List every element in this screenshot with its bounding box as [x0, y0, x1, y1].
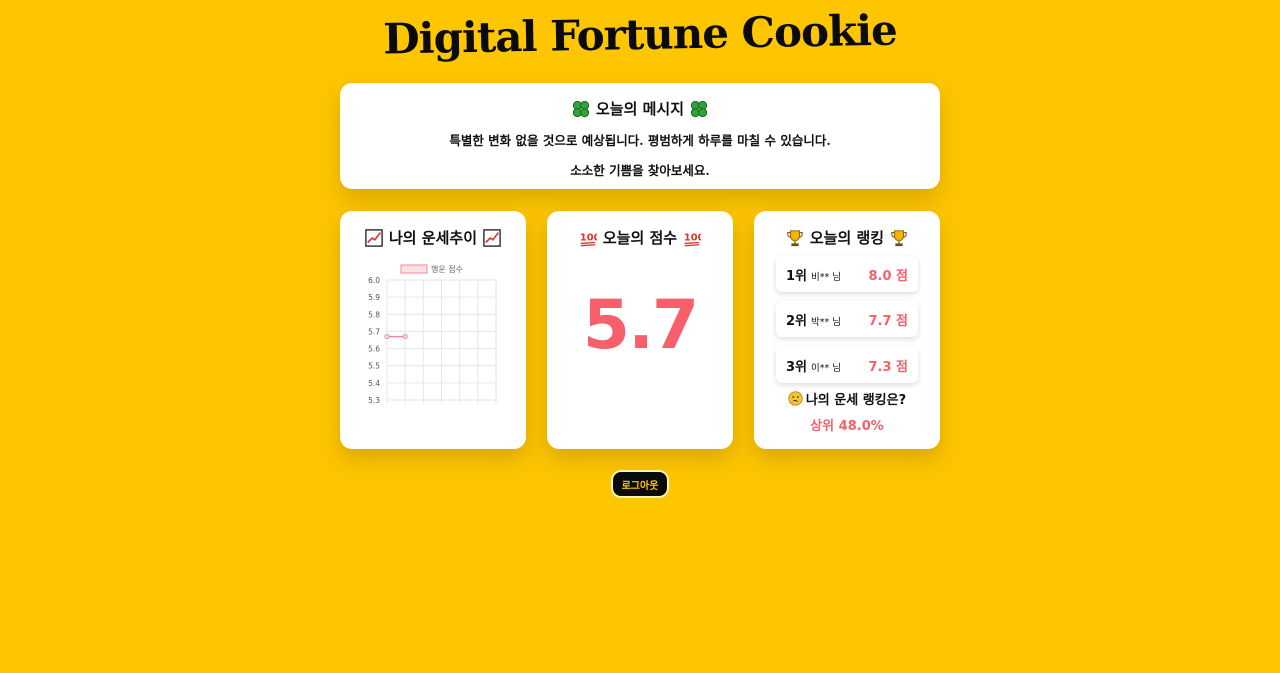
y-tick-label: 5.9 — [368, 293, 380, 302]
hundred-points-icon: 100 — [580, 232, 597, 246]
hundred-points-icon: 100 — [684, 232, 701, 246]
ranking-score: 7.7 점 — [868, 313, 908, 329]
trend-card: 나의 운세추이 행운 점수 6.0 5.9 5.8 5.7 5.6 5.5 5.4 5.3 — [340, 211, 526, 449]
y-tick-label: 5.3 — [368, 396, 380, 405]
ranking-row: 3위 이** 님 7.3 점 — [776, 347, 918, 383]
ranking-position: 3위 — [786, 359, 808, 375]
four-leaf-clover-icon — [572, 100, 590, 117]
trend-heading: 나의 운세추이 — [340, 227, 526, 248]
y-tick-label: 5.7 — [368, 327, 380, 336]
message-heading: 오늘의 메시지 — [340, 98, 940, 119]
four-leaf-clover-icon — [690, 100, 708, 117]
ranking-heading: 오늘의 랭킹 — [754, 227, 940, 248]
ranking-score: 8.0 점 — [868, 268, 908, 284]
trophy-icon — [891, 229, 907, 246]
trend-chart: 행운 점수 6.0 5.9 5.8 5.7 5.6 5.5 5.4 5.3 — [368, 264, 497, 405]
ranking-row: 2위 박** 님 7.7 점 — [776, 301, 918, 337]
trend-heading-text: 나의 운세추이 — [388, 229, 478, 247]
thinking-face-icon — [788, 391, 803, 406]
ranking-name: 비** 님 — [811, 271, 842, 283]
chart-increasing-icon — [365, 228, 383, 247]
legend-swatch — [400, 264, 428, 274]
data-point — [402, 334, 408, 340]
y-tick-label: 5.8 — [368, 310, 380, 319]
message-card: 오늘의 메시지 특별한 변화 없을 것으로 예상됩니다. 평범하게 하루를 마칠… — [340, 83, 940, 189]
ranking-position: 1위 — [786, 268, 808, 284]
page-title: Digital Fortune Cookie — [382, 5, 898, 64]
y-tick-label: 5.4 — [368, 379, 380, 388]
ranking-score: 7.3 점 — [868, 359, 908, 375]
ranking-position: 2위 — [786, 313, 808, 329]
score-card: 100 오늘의 점수 100 5.7 — [547, 211, 733, 449]
ranking-row: 1위 비** 님 8.0 점 — [776, 256, 918, 292]
ranking-card: 오늘의 랭킹 1위 비** 님 8.0 점 2위 박** 님 7.7 점 3위 … — [754, 211, 940, 449]
my-ranking-question: 나의 운세 랭킹은? — [754, 389, 940, 408]
score-heading-text: 오늘의 점수 — [602, 229, 678, 247]
legend-label: 행운 점수 — [431, 264, 463, 274]
ranking-heading-text: 오늘의 랭킹 — [809, 229, 885, 247]
y-tick-label: 5.5 — [368, 362, 380, 371]
logout-button[interactable]: 로그아웃 — [611, 470, 669, 498]
score-value: 5.7 — [582, 286, 699, 365]
ranking-name: 이** 님 — [811, 362, 842, 374]
my-ranking-value: 상위 48.0% — [810, 419, 884, 434]
ranking-name: 박** 님 — [811, 316, 842, 328]
y-tick-label: 6.0 — [368, 276, 380, 285]
trophy-icon — [787, 229, 803, 246]
message-heading-text: 오늘의 메시지 — [595, 100, 685, 118]
chart-increasing-icon — [483, 228, 501, 247]
score-heading: 100 오늘의 점수 100 — [547, 227, 733, 248]
data-point — [384, 334, 390, 340]
message-line-2: 소소한 기쁨을 찾아보세요. — [570, 163, 710, 178]
y-tick-label: 5.6 — [368, 345, 380, 354]
message-line-1: 특별한 변화 없을 것으로 예상됩니다. 평범하게 하루를 마칠 수 있습니다. — [449, 133, 831, 148]
my-ranking-question-text: 나의 운세 랭킹은? — [805, 393, 907, 408]
